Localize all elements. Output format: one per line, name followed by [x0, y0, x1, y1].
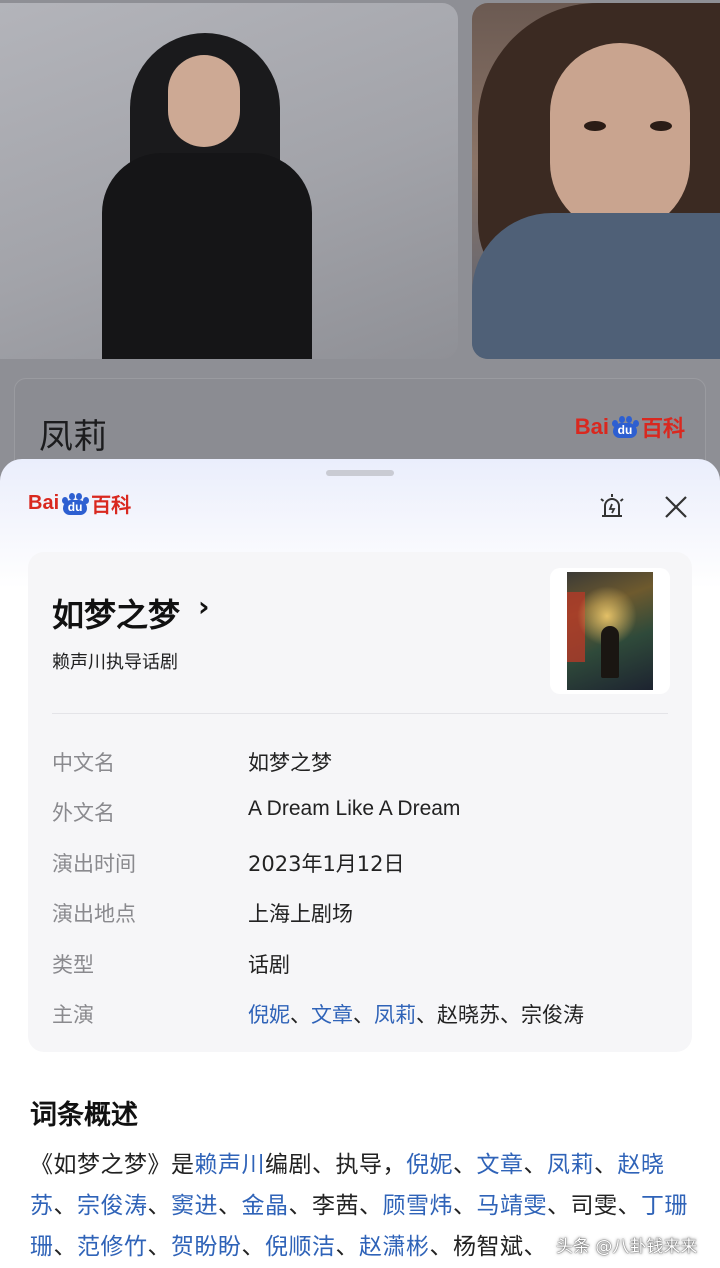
summary-link[interactable]: 范修竹 [77, 1234, 148, 1260]
summary-link[interactable]: 宗俊涛 [77, 1193, 148, 1219]
cast-link[interactable]: 倪妮 [248, 1003, 290, 1027]
info-value: 如梦之梦 [248, 751, 332, 775]
baidu-baike-logo: Bai du 百科 [28, 489, 131, 518]
summary-text-run: 、 [241, 1234, 265, 1260]
info-value: 2023年1月12日 [248, 852, 405, 876]
summary-link[interactable]: 凤莉 [547, 1152, 594, 1178]
summary-text-run: 、 [523, 1152, 547, 1178]
summary-link[interactable]: 顾雪炜 [383, 1193, 454, 1219]
portrait-body [102, 153, 312, 359]
separator: 、 [353, 1003, 374, 1027]
divider [52, 713, 668, 714]
entry-info-card: 如梦之梦 › 赖声川执导话剧 中文名 如梦之梦 外文名 A Dream Like… [28, 552, 692, 1052]
person-name: 凤莉 [39, 417, 107, 457]
summary-link[interactable]: 马靖雯 [477, 1193, 548, 1219]
portrait-face [168, 55, 240, 147]
summary-text-run: 、 [453, 1193, 477, 1219]
summary-link[interactable]: 金晶 [242, 1193, 289, 1219]
separator: 、 [290, 1003, 311, 1027]
cast-name: 赵晓苏 [437, 1003, 500, 1027]
info-key: 外文名 [52, 801, 115, 825]
baidu-baike-logo: Bai du 百科 [575, 411, 685, 443]
separator: 、 [500, 1003, 521, 1027]
poster-image [567, 572, 653, 690]
summary-text-run: 、司雯、 [547, 1193, 641, 1219]
report-alarm-icon [600, 494, 624, 517]
paw-icon: du [60, 492, 90, 515]
summary-text-run: 《如梦之梦》是 [30, 1152, 195, 1178]
summary-text-run: 、 [147, 1234, 171, 1260]
summary-link[interactable]: 倪妮 [406, 1152, 453, 1178]
summary-link[interactable]: 赖声川 [195, 1152, 266, 1178]
summary-text-run: 、 [53, 1193, 77, 1219]
info-key: 类型 [52, 953, 94, 977]
summary-text-run: 编剧、执导， [265, 1152, 406, 1178]
cast-name: 宗俊涛 [521, 1003, 584, 1027]
paw-icon: du [610, 416, 640, 438]
close-button[interactable] [658, 489, 694, 525]
summary-text-run: 、 [453, 1152, 477, 1178]
info-key: 中文名 [52, 751, 115, 775]
info-value: A Dream Like A Dream [248, 797, 461, 820]
summary-text-run: 、 [218, 1193, 242, 1219]
summary-link[interactable]: 赵潇彬 [359, 1234, 430, 1260]
photo-right[interactable] [472, 3, 720, 359]
info-value: 上海上剧场 [248, 902, 353, 926]
portrait-eye [584, 121, 606, 131]
close-icon [665, 496, 687, 518]
entry-subtitle: 赖声川执导话剧 [52, 652, 178, 673]
info-key: 主演 [52, 1003, 94, 1027]
summary-text-run: 、 [147, 1193, 171, 1219]
cast-list: 倪妮、文章、凤莉、赵晓苏、宗俊涛 [248, 999, 584, 1029]
summary-text-run: 、杨智斌、 [429, 1234, 547, 1260]
logo-du: du [63, 499, 88, 515]
summary-text-run: 、 [594, 1152, 618, 1178]
summary-text-run: 、 [53, 1234, 77, 1260]
poster-thumbnail[interactable] [550, 568, 670, 694]
info-key: 演出时间 [52, 852, 136, 876]
cast-link[interactable]: 凤莉 [374, 1003, 416, 1027]
logo-du: du [612, 423, 637, 438]
info-key: 演出地点 [52, 902, 136, 926]
portrait-face [550, 43, 690, 233]
logo-bai: Bai [28, 492, 60, 514]
drag-handle[interactable] [326, 470, 394, 476]
portrait-arm [472, 213, 720, 359]
cast-link[interactable]: 文章 [311, 1003, 353, 1027]
summary-link[interactable]: 文章 [477, 1152, 524, 1178]
baike-bottom-sheet: Bai du 百科 如梦之梦 › 赖声川执导话剧 中文名 如梦之梦 外文名 A … [0, 459, 720, 1268]
chevron-right-icon[interactable]: › [198, 590, 210, 623]
photo-left[interactable] [0, 3, 458, 359]
logo-baike: 百科 [640, 416, 685, 441]
summary-title: 词条概述 [30, 1100, 138, 1131]
separator: 、 [416, 1003, 437, 1027]
summary-link[interactable]: 窦进 [171, 1193, 218, 1219]
summary-link[interactable]: 贺盼盼 [171, 1234, 242, 1260]
summary-link[interactable]: 倪顺洁 [265, 1234, 336, 1260]
watermark: 头条 @八卦钱来来 [556, 1237, 698, 1257]
logo-baike: 百科 [91, 495, 132, 517]
info-value: 话剧 [248, 953, 290, 977]
entry-title[interactable]: 如梦之梦 [52, 590, 180, 636]
summary-text-run: 、 [335, 1234, 359, 1260]
report-button[interactable] [594, 489, 630, 525]
logo-bai: Bai [574, 414, 609, 439]
portrait-eye [650, 121, 672, 131]
summary-text-run: 、李茜、 [288, 1193, 383, 1219]
